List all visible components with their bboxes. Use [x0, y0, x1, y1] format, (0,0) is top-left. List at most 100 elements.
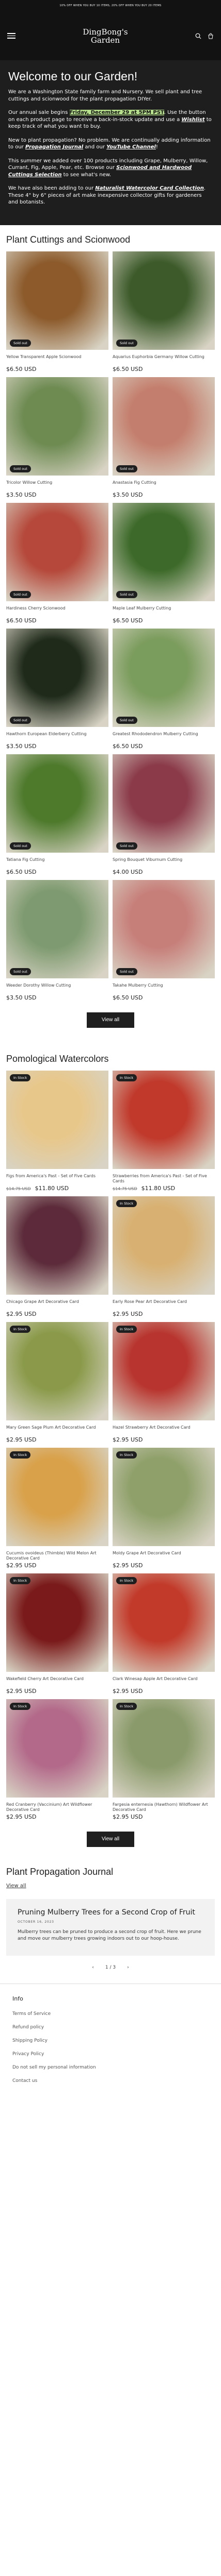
product-title[interactable]: Takahe Mulberry Cutting	[113, 983, 215, 993]
product-card[interactable]: Sold out Weeder Dorothy Willow Cutting $3.…	[6, 879, 108, 1001]
product-title[interactable]: Anastasia Fig Cutting	[113, 480, 215, 490]
product-image[interactable]: Sold out	[113, 502, 215, 601]
product-price: $6.50 USD	[113, 617, 215, 624]
product-card[interactable]: Sold out Aquarius Euphorbia Germany Willo…	[113, 251, 215, 372]
footer-link[interactable]: Do not sell my personal information	[12, 2065, 209, 2070]
product-card[interactable]: In Stock Strawberries from America's Past…	[113, 1070, 215, 1192]
product-card[interactable]: In Stock Cucumis ovoideus (Thimble) Wild …	[6, 1447, 108, 1569]
product-card[interactable]: Sold out Tatiana Fig Cutting $6.50 USD	[6, 754, 108, 875]
product-title[interactable]: Wakefield Cherry Art Decorative Card	[6, 1676, 108, 1687]
product-price: $2.95 USD	[6, 1311, 108, 1317]
product-title[interactable]: Tatiana Fig Cutting	[6, 857, 108, 868]
product-image[interactable]: Sold out	[6, 754, 108, 853]
product-image[interactable]: In Stock	[113, 1447, 215, 1546]
product-title[interactable]: Weeder Dorothy Willow Cutting	[6, 983, 108, 993]
product-image[interactable]: Sold out	[6, 502, 108, 601]
product-card[interactable]: In Stock Mary Green Sage Plum Art Decorat…	[6, 1321, 108, 1443]
watercolors-view-all-button[interactable]: View all	[87, 1831, 134, 1847]
stock-badge: Sold out	[10, 465, 31, 472]
propagation-journal-link[interactable]: Propagation Journal	[25, 144, 83, 150]
product-title[interactable]: Yellow Transparent Apple Scionwood	[6, 354, 108, 365]
product-image[interactable]: Sold out	[6, 251, 108, 350]
product-title[interactable]: Hawthorn European Elderberry Cutting	[6, 732, 108, 742]
product-card[interactable]: In Stock Hazel Strawberry Art Decorative …	[113, 1321, 215, 1443]
product-card[interactable]: In Stock Wakefield Cherry Art Decorative …	[6, 1573, 108, 1694]
footer-link[interactable]: Shipping Policy	[12, 2038, 209, 2043]
product-image[interactable]: Sold out	[113, 754, 215, 853]
product-title[interactable]: Mary Green Sage Plum Art Decorative Card	[6, 1425, 108, 1435]
product-title[interactable]: Red Cranberry (Vaccinium) Art Wildflower…	[6, 1802, 108, 1812]
product-card[interactable]: Sold out Takahe Mulberry Cutting $6.50 USD	[113, 879, 215, 1001]
cart-icon[interactable]	[208, 33, 214, 39]
product-image[interactable]: Sold out	[113, 879, 215, 978]
cuttings-title: Plant Cuttings and Scionwood	[6, 234, 131, 245]
search-icon[interactable]	[195, 33, 201, 39]
product-image[interactable]: Sold out	[6, 879, 108, 978]
product-card[interactable]: Sold out Yellow Transparent Apple Scionwo…	[6, 251, 108, 372]
product-image[interactable]: In Stock	[6, 1321, 108, 1420]
product-image[interactable]: In Stock	[6, 1699, 108, 1798]
site-logo[interactable]: DingBong's Garden	[83, 28, 128, 44]
product-card[interactable]: In Stock Moldy Grape Art Decorative Card $…	[113, 1447, 215, 1569]
cuttings-view-all-button[interactable]: View all	[87, 1012, 134, 1028]
product-image[interactable]: Sold out	[6, 628, 108, 727]
product-image[interactable]: Sold out	[6, 377, 108, 476]
product-card[interactable]: In Stock Fargesia enternesia (Hawthorn) W…	[113, 1699, 215, 1820]
product-card[interactable]: Sold out Tricolor Willow Cutting $3.50 USD	[6, 377, 108, 498]
product-title[interactable]: Chicago Grape Art Decorative Card	[6, 1299, 108, 1310]
product-title[interactable]: Cucumis ovoideus (Thimble) Wild Melon Ar…	[6, 1551, 108, 1561]
product-card[interactable]: Sold out Anastasia Fig Cutting $3.50 USD	[113, 377, 215, 498]
product-title[interactable]: Tricolor Willow Cutting	[6, 480, 108, 490]
product-card[interactable]: Sold out Spring Bouquet Viburnum Cutting $…	[113, 754, 215, 875]
footer-link[interactable]: Refund policy	[12, 2025, 209, 2030]
footer-link[interactable]: Contact us	[12, 2078, 209, 2083]
product-image[interactable]: In Stock	[113, 1573, 215, 1672]
product-title[interactable]: Hardiness Cherry Scionwood	[6, 606, 108, 616]
menu-icon[interactable]	[7, 33, 15, 39]
product-title[interactable]: Strawberries from America's Past - Set o…	[113, 1174, 215, 1184]
product-title[interactable]: Moldy Grape Art Decorative Card	[113, 1551, 215, 1561]
product-image[interactable]: Sold out	[113, 628, 215, 727]
product-card[interactable]: Sold out Hardiness Cherry Scionwood $6.50 …	[6, 502, 108, 624]
product-card[interactable]: In Stock Clark Winesap Apple Art Decorati…	[113, 1573, 215, 1694]
product-image[interactable]: In Stock	[113, 1070, 215, 1169]
product-title[interactable]: Early Rose Pear Art Decorative Card	[113, 1299, 215, 1310]
product-card[interactable]: Sold out Greatest Rhododendron Mulberry C…	[113, 628, 215, 750]
watercolor-collection-link[interactable]: Naturalist Watercolor Card Collection	[95, 185, 204, 191]
youtube-link[interactable]: YouTube Channel	[106, 144, 156, 150]
product-image[interactable]: Sold out	[113, 377, 215, 476]
product-title[interactable]: Clark Winesap Apple Art Decorative Card	[113, 1676, 215, 1687]
product-title[interactable]: Spring Bouquet Viburnum Cutting	[113, 857, 215, 868]
journal-view-all-link[interactable]: View all	[6, 1883, 26, 1889]
product-image[interactable]: In Stock	[6, 1573, 108, 1672]
product-title[interactable]: Fargesia enternesia (Hawthorn) Wildflowe…	[113, 1802, 215, 1812]
product-image[interactable]: In Stock	[6, 1447, 108, 1546]
product-title[interactable]: Greatest Rhododendron Mulberry Cutting	[113, 732, 215, 742]
product-card[interactable]: Sold out Maple Leaf Mulberry Cutting $6.50…	[113, 502, 215, 624]
product-card[interactable]: In Stock Red Cranberry (Vaccinium) Art Wi…	[6, 1699, 108, 1820]
footer-title: Info	[12, 1995, 23, 2002]
chevron-right-icon[interactable]: ›	[127, 1965, 129, 1970]
product-title[interactable]: Aquarius Euphorbia Germany Willow Cuttin…	[113, 354, 215, 365]
product-image[interactable]: In Stock	[113, 1321, 215, 1420]
product-card[interactable]: Sold out Hawthorn European Elderberry Cut…	[6, 628, 108, 750]
footer-link[interactable]: Terms of Service	[12, 2011, 209, 2016]
article-title[interactable]: Pruning Mulberry Trees for a Second Crop…	[18, 1908, 203, 1917]
current-price: $3.50 USD	[6, 994, 37, 1001]
footer-link[interactable]: Privacy Policy	[12, 2052, 209, 2057]
product-card[interactable]: In Stock Figs from America's Past - Set o…	[6, 1070, 108, 1192]
product-image[interactable]: In Stock	[113, 1699, 215, 1798]
product-image[interactable]: In Stock	[113, 1196, 215, 1295]
product-card[interactable]: Chicago Grape Art Decorative Card $2.95 U…	[6, 1196, 108, 1317]
journal-article-card[interactable]: Pruning Mulberry Trees for a Second Crop…	[6, 1899, 215, 1956]
product-image[interactable]: In Stock	[6, 1070, 108, 1169]
product-card[interactable]: In Stock Early Rose Pear Art Decorative C…	[113, 1196, 215, 1317]
current-price: $6.50 USD	[113, 742, 143, 750]
wishlist-link[interactable]: Wishlist	[181, 117, 204, 123]
product-title[interactable]: Figs from America's Past - Set of Five C…	[6, 1174, 108, 1184]
product-image[interactable]: Sold out	[113, 251, 215, 350]
product-title[interactable]: Hazel Strawberry Art Decorative Card	[113, 1425, 215, 1435]
product-title[interactable]: Maple Leaf Mulberry Cutting	[113, 606, 215, 616]
product-image[interactable]	[6, 1196, 108, 1295]
chevron-left-icon[interactable]: ‹	[92, 1965, 94, 1970]
